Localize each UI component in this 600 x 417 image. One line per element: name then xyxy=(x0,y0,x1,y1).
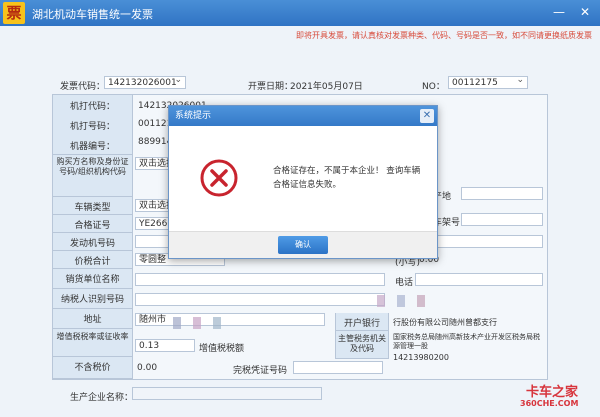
address-label: 地址 xyxy=(53,309,133,329)
minimize-button[interactable]: — xyxy=(550,3,568,21)
address-input[interactable]: 随州市 xyxy=(135,313,325,326)
dialog-close-button[interactable]: ✕ xyxy=(420,109,434,123)
vin-input[interactable] xyxy=(461,213,543,226)
cert-tax-input[interactable] xyxy=(293,361,383,374)
machine-labels-cell: 机打代码： 机打号码： 机器编号： xyxy=(53,95,133,155)
engine-right-input[interactable] xyxy=(437,235,543,248)
origin-input[interactable] xyxy=(461,187,543,200)
tax-authority-value: 国家税务总局随州高新技术产业开发区税务局税源管理一股 xyxy=(393,333,540,350)
close-window-button[interactable]: ✕ xyxy=(576,3,594,21)
notice-text: 即将开具发票，请认真核对发票种类、代码、号码是否一致，如不同请更换纸质发票 xyxy=(296,31,592,40)
machine-no-label: 机打号码： xyxy=(69,122,115,132)
redacted-patch xyxy=(417,295,425,307)
tax-authority-label: 主管税务机关及代码 xyxy=(335,331,389,359)
redacted-patch xyxy=(213,317,221,329)
seller-input[interactable] xyxy=(135,273,385,286)
address-value: 随州市 xyxy=(139,315,167,325)
taxid-label: 纳税人识别号码 xyxy=(53,289,133,309)
dialog-header: 系统提示 ✕ xyxy=(169,106,437,126)
producer-input[interactable] xyxy=(132,387,322,400)
system-alert-dialog: 系统提示 ✕ 合格证存在，不属于本企业！ 查询车辆合格证信息失败。 确认 xyxy=(168,105,438,259)
watermark-text: 卡车之家 xyxy=(526,385,579,400)
no-tax-label: 不含税价 xyxy=(53,357,133,379)
taxid-input[interactable] xyxy=(135,293,385,306)
buyer-label: 购买方名称及身份证号码/组织机构代码 xyxy=(53,155,133,197)
seller-label: 销货单位名称 xyxy=(53,269,133,289)
confirm-button[interactable]: 确认 xyxy=(278,236,328,254)
invoice-code-value: 142132026001 xyxy=(108,78,177,88)
cert-tax-label: 完税凭证号码 xyxy=(233,366,288,376)
machine-code-label: 机打代码： xyxy=(69,102,115,112)
invoice-logo-icon: 票 xyxy=(3,2,25,24)
invoice-code-select[interactable]: 142132026001 xyxy=(104,76,186,89)
machine-id-label: 机器编号： xyxy=(69,142,115,152)
phone-input[interactable] xyxy=(415,273,543,286)
tax-amount-label: 增值税税额 xyxy=(199,344,245,354)
error-x-icon xyxy=(199,158,239,201)
no-label: NO： xyxy=(422,82,445,92)
invoice-no-value: 00112175 xyxy=(452,78,498,88)
producer-label: 生产企业名称： xyxy=(70,393,134,403)
window-title: 湖北机动车销售统一发票 xyxy=(32,8,153,21)
dialog-message: 合格证存在，不属于本企业！ 查询车辆合格证信息失败。 xyxy=(273,166,421,190)
tax-rate-value: 0.13 xyxy=(139,341,160,351)
invoice-no-select[interactable]: 00112175 xyxy=(448,76,528,89)
redacted-patch xyxy=(397,295,405,307)
tax-rate-input[interactable]: 0.13 xyxy=(135,339,195,352)
no-tax-value: 0.00 xyxy=(137,363,158,373)
invoice-code-label: 发票代码： xyxy=(60,82,106,92)
price-value: 零圆整 xyxy=(139,255,167,265)
redacted-patch xyxy=(377,295,385,307)
cert-label: 合格证号 xyxy=(53,215,133,233)
watermark-logo: 卡车之家 360CHE.COM xyxy=(518,381,590,411)
tax-rate-label: 增值税税率或征收率 xyxy=(53,329,133,357)
title-bar: 票 湖北机动车销售统一发票 — ✕ xyxy=(0,0,600,26)
date-value: 2021年05月07日 xyxy=(290,82,363,92)
redacted-patch xyxy=(173,317,181,329)
phone-label: 电话 xyxy=(395,278,414,288)
vehicle-type-label: 车辆类型 xyxy=(53,197,133,215)
engine-label: 发动机号码 xyxy=(53,233,133,251)
tax-authority-code: 14213980200 xyxy=(393,353,449,362)
dialog-title: 系统提示 xyxy=(175,111,212,121)
bank-label: 开户银行 xyxy=(335,313,389,331)
date-label: 开票日期： xyxy=(248,82,294,92)
watermark-url: 360CHE.COM xyxy=(520,399,579,408)
dialog-footer: 确认 xyxy=(169,231,437,258)
price-label: 价税合计 xyxy=(53,251,133,269)
bank-value: 行股份有限公司随州曾都支行 xyxy=(393,318,497,327)
redacted-patch xyxy=(193,317,201,329)
